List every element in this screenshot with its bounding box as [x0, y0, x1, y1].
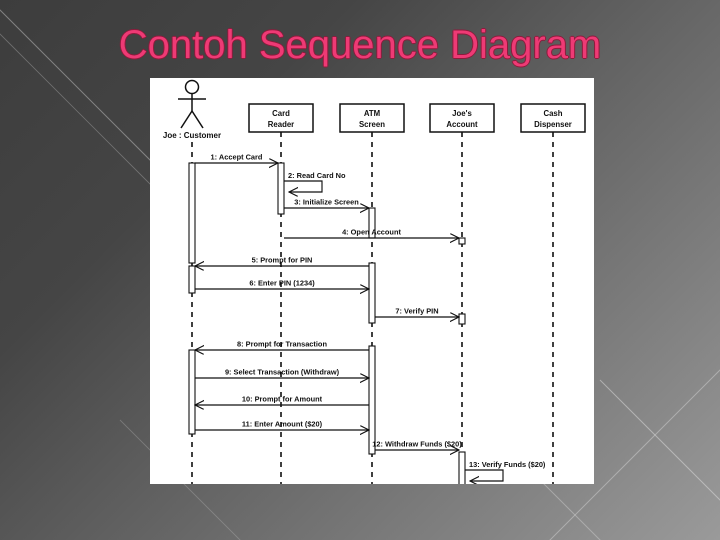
message-label-5: 5: Prompt for PIN	[252, 256, 313, 265]
lifeline-label-atm_screen-line2: Screen	[359, 120, 385, 129]
lifeline-label-customer: Joe : Customer	[163, 131, 221, 140]
activation-bar-joes_account	[458, 451, 466, 484]
lifeline-label-atm_screen-line1: ATM	[364, 109, 380, 118]
message-label-13: 13: Verify Funds ($20)	[469, 460, 546, 469]
sequence-diagram-image: Joe : Customer Card Reader ATM Screen Joe's Ac…	[150, 78, 594, 484]
message-label-3: 3: Initialize Screen	[294, 198, 359, 207]
message-arrow-2	[284, 180, 323, 192]
lifeline-label-cash_dispenser-line2: Dispenser	[534, 120, 572, 129]
message-label-1: 1: Accept Card	[211, 153, 263, 162]
activation-bar-customer	[188, 349, 196, 435]
message-label-2: 2: Read Card No	[288, 171, 346, 180]
page-title: Contoh Sequence Diagram	[118, 23, 602, 67]
message-label-9: 9: Select Transaction (Withdraw)	[225, 368, 340, 377]
message-label-12: 12: Withdraw Funds ($20)	[372, 440, 462, 449]
activation-bar-customer	[188, 265, 196, 294]
activation-bar-card_reader	[277, 162, 285, 215]
activation-bar-joes_account	[458, 237, 466, 245]
lifeline-label-card_reader-line2: Reader	[268, 120, 294, 129]
message-label-7: 7: Verify PIN	[395, 307, 438, 316]
message-label-4: 4: Open Account	[342, 228, 401, 237]
activation-bar-atm_screen	[368, 262, 376, 324]
activation-bar-joes_account	[458, 313, 466, 325]
message-arrow-13	[465, 469, 504, 481]
message-label-11: 11: Enter Amount ($20)	[242, 420, 323, 429]
message-label-6: 6: Enter PIN (1234)	[249, 279, 315, 288]
message-label-8: 8: Prompt for Transaction	[237, 340, 327, 349]
message-label-10: 10: Prompt for Amount	[242, 395, 323, 404]
actor-leg-left-icon	[180, 110, 193, 129]
lifeline-label-cash_dispenser-line1: Cash	[543, 109, 562, 118]
actor-leg-right-icon	[191, 110, 204, 129]
activation-bar-customer	[188, 162, 196, 264]
slide-canvas: Contoh Sequence Diagram Joe : Customer Ca…	[0, 0, 720, 540]
lifeline-label-card_reader-line1: Card	[272, 109, 290, 118]
actor-head-icon	[184, 79, 200, 95]
lifeline-label-joes_account-line2: Account	[446, 120, 478, 129]
activation-bar-atm_screen	[368, 345, 376, 455]
lifeline-label-joes_account-line1: Joe's	[452, 109, 472, 118]
